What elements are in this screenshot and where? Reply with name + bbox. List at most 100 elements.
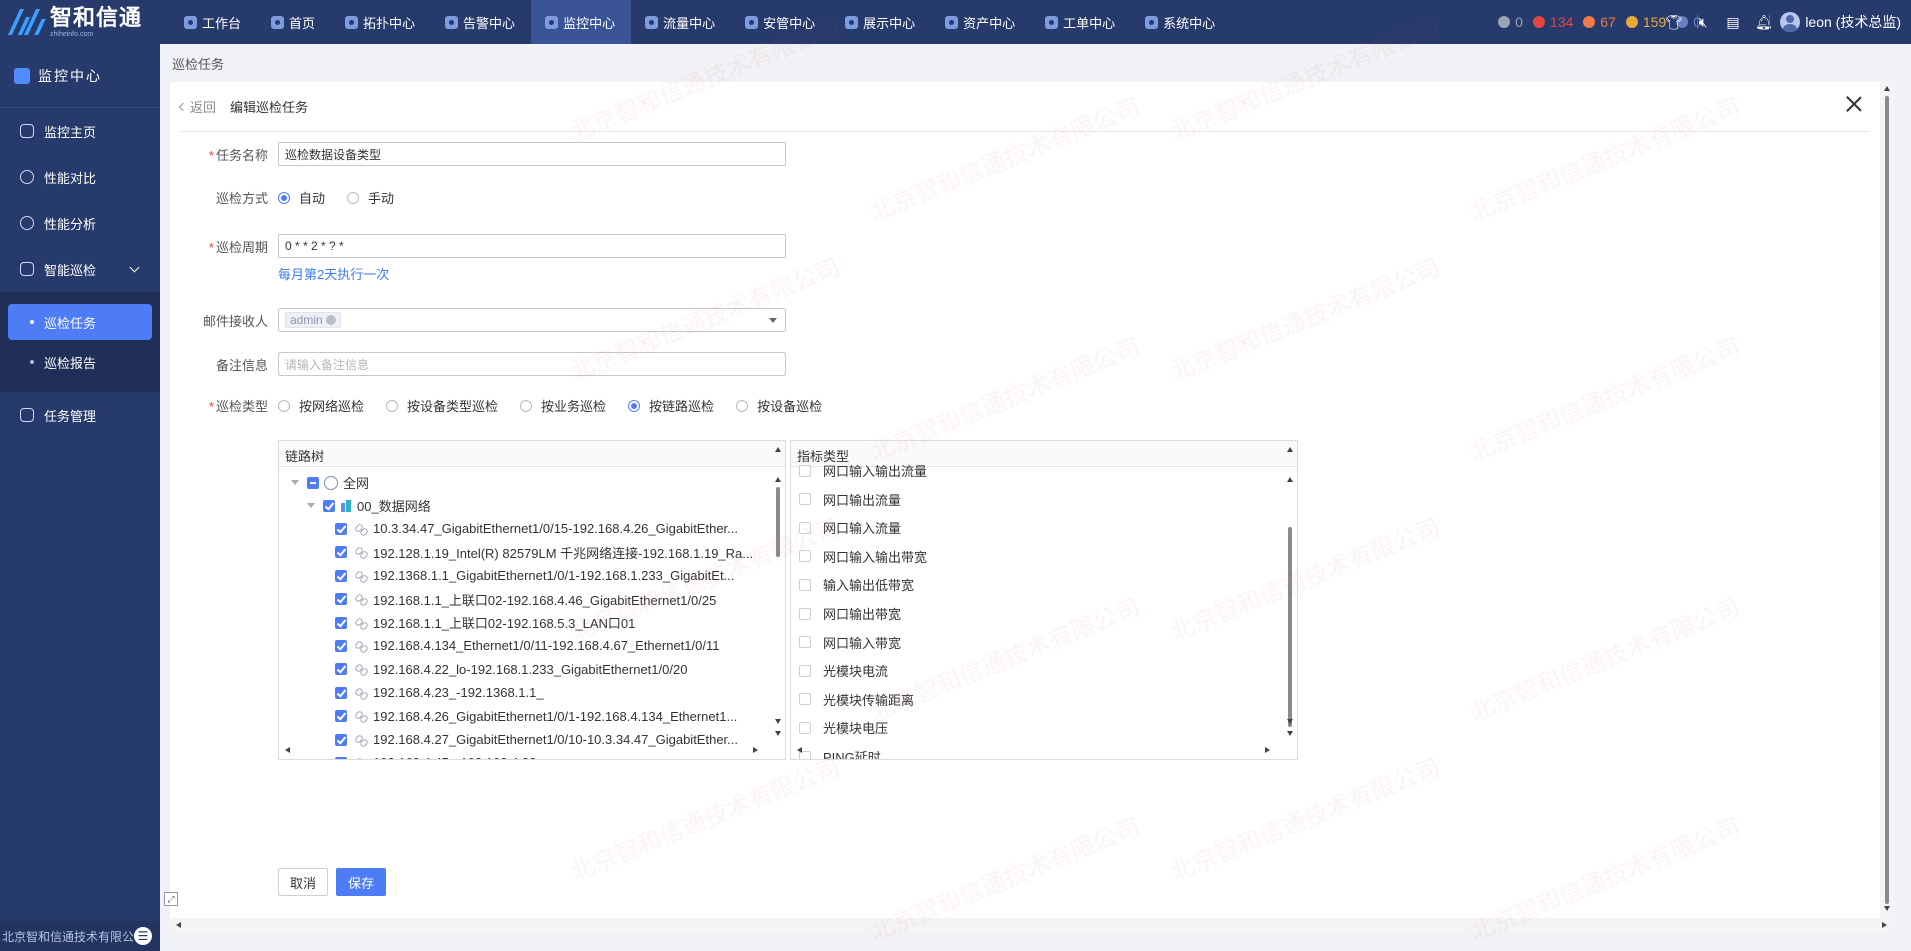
metric-checkbox[interactable] <box>799 493 811 506</box>
metric-item[interactable]: 网口输出带宽 <box>799 602 901 625</box>
nav-item-2[interactable]: 拓扑中心 <box>331 0 431 44</box>
save-button[interactable]: 保存 <box>336 868 386 896</box>
tree-checkbox[interactable] <box>335 686 347 699</box>
metric-checkbox[interactable] <box>799 664 811 677</box>
tree-checkbox[interactable] <box>335 522 347 535</box>
metric-checkbox[interactable] <box>799 721 811 734</box>
type-radio-device-type[interactable]: 按设备类型巡检 <box>386 396 498 415</box>
tree-checkbox[interactable] <box>335 663 347 676</box>
tree-checkbox[interactable] <box>335 710 347 723</box>
tree-node-link[interactable]: 192.128.1.19_Intel(R) 82579LM 千兆网络连接-192… <box>335 541 753 564</box>
metric-item[interactable]: 网口输入流量 <box>799 516 901 539</box>
tree-node-link[interactable]: 10.3.34.47_GigabitEthernet1/0/15-192.168… <box>335 517 738 540</box>
metric-item[interactable]: 网口输入输出流量 <box>799 459 927 482</box>
nav-item-1[interactable]: 首页 <box>257 0 331 44</box>
metric-item[interactable]: 光模块传输距离 <box>799 688 914 711</box>
type-radio-business[interactable]: 按业务巡检 <box>520 396 606 415</box>
nav-item-8[interactable]: 资产中心 <box>931 0 1031 44</box>
layout-icon[interactable]: ▤ <box>1725 14 1741 30</box>
link-icon <box>355 570 367 582</box>
tree-checkbox[interactable] <box>307 476 319 489</box>
sidebar-item-smart-inspection[interactable]: 智能巡检 <box>0 246 160 292</box>
remark-input[interactable]: 请输入备注信息 <box>278 352 786 376</box>
cancel-button[interactable]: 取消 <box>278 868 328 896</box>
logo[interactable]: 智和信通 zhiheinfo.com <box>0 0 160 44</box>
tree-node-link[interactable]: 192.168.1.1_上联口02-192.168.5.3_LAN口01 <box>335 611 635 634</box>
close-icon[interactable] <box>1842 92 1866 116</box>
tree-checkbox[interactable] <box>335 733 347 746</box>
cycle-input[interactable]: 0 * * 2 * ? * <box>278 234 786 258</box>
type-radio-device[interactable]: 按设备巡检 <box>736 396 822 415</box>
tree-node-link[interactable]: 192.168.4.27_GigabitEthernet1/0/10-10.3.… <box>335 728 738 751</box>
tree-node-link[interactable]: 192.168.4.23_-192.1368.1.1_ <box>335 681 544 704</box>
mode-radio-auto[interactable]: 自动 <box>278 188 325 207</box>
tree-checkbox[interactable] <box>335 756 347 759</box>
sidebar-item-performance-compare[interactable]: 性能对比 <box>0 154 160 200</box>
tag-close-icon[interactable] <box>325 315 336 325</box>
nav-item-6[interactable]: 安管中心 <box>731 0 831 44</box>
tree-checkbox[interactable] <box>335 569 347 582</box>
type-radio-link[interactable]: 按链路巡检 <box>628 396 714 415</box>
metric-checkbox[interactable] <box>799 607 811 620</box>
tree-node-group[interactable]: 00_数据网络 <box>307 494 431 517</box>
tree-node-root[interactable]: 全网 <box>291 471 369 494</box>
expand-arrow-icon[interactable] <box>307 503 315 508</box>
metric-label: 网口输出带宽 <box>823 607 902 622</box>
tree-node-link[interactable]: 192.168.4.45_-192.168.4.23_ <box>335 751 544 759</box>
mode-radio-manual[interactable]: 手动 <box>347 188 394 207</box>
tree-checkbox[interactable] <box>335 616 347 629</box>
metric-checkbox[interactable] <box>799 521 811 534</box>
metric-item[interactable]: 光模块电压 <box>799 716 888 739</box>
tree-checkbox[interactable] <box>335 639 347 652</box>
tree-node-link[interactable]: 192.1368.1.1_GigabitEthernet1/0/1-192.16… <box>335 564 734 587</box>
metric-checkbox[interactable] <box>799 464 811 477</box>
tree-node-link[interactable]: 192.168.4.134_Ethernet1/0/11-192.168.4.6… <box>335 634 719 657</box>
metric-checkbox[interactable] <box>799 636 811 649</box>
nav-item-4[interactable]: 监控中心 <box>531 0 632 44</box>
sidebar-item-performance-analysis[interactable]: 性能分析 <box>0 200 160 246</box>
expand-icon[interactable]: ⤢ <box>164 892 178 906</box>
metric-checkbox[interactable] <box>799 578 811 591</box>
metric-item[interactable]: 网口输入带宽 <box>799 631 901 654</box>
metric-item[interactable]: 输入输出低带宽 <box>799 573 914 596</box>
metric-item[interactable]: 光模块电流 <box>799 659 888 682</box>
task-name-input[interactable]: 巡检数据设备类型 <box>278 142 786 166</box>
metric-scrollbar[interactable] <box>1283 441 1297 759</box>
tree-node-link[interactable]: 192.168.4.22_lo-192.168.1.233_GigabitEth… <box>335 658 687 681</box>
metric-item[interactable]: PING延时 <box>799 745 881 759</box>
nav-item-0[interactable]: 工作台 <box>170 0 257 44</box>
shirt-icon[interactable]: 👕︎ <box>1665 14 1683 30</box>
metric-checkbox[interactable] <box>799 693 811 706</box>
tree-checkbox[interactable] <box>335 546 347 559</box>
tree-scrollbar[interactable] <box>771 441 785 759</box>
metric-item[interactable]: 网口输出流量 <box>799 488 901 511</box>
expand-arrow-icon[interactable] <box>291 480 299 485</box>
metric-checkbox[interactable] <box>799 550 811 563</box>
nav-item-7[interactable]: 展示中心 <box>831 0 931 44</box>
nav-item-10[interactable]: 系统中心 <box>1131 0 1231 44</box>
type-radio-network[interactable]: 按网络巡检 <box>278 396 364 415</box>
user-menu[interactable]: leon (技术总监) <box>1780 0 1901 44</box>
sidebar-item-inspection-report[interactable]: 巡检报告 <box>8 344 152 380</box>
page-vertical-scrollbar[interactable] <box>1880 82 1894 918</box>
sidebar-item-monitor-home[interactable]: 监控主页 <box>0 108 160 154</box>
tree-node-link[interactable]: 192.168.4.26_GigabitEthernet1/0/1-192.16… <box>335 705 737 728</box>
mute-icon[interactable]: 🔇︎ <box>1695 14 1711 30</box>
alarm-count-3[interactable]: 159 <box>1625 14 1666 30</box>
tree-checkbox[interactable] <box>323 499 335 512</box>
alarm-count-0[interactable]: 0 <box>1498 14 1523 30</box>
nav-item-9[interactable]: 工单中心 <box>1031 0 1131 44</box>
nav-item-5[interactable]: 流量中心 <box>631 0 731 44</box>
tree-checkbox[interactable] <box>335 593 347 606</box>
tree-node-link[interactable]: 192.168.1.1_上联口02-192.168.4.46_GigabitEt… <box>335 588 716 611</box>
page-horizontal-scrollbar[interactable] <box>170 918 1894 932</box>
sidebar-item-task-management[interactable]: 任务管理 <box>0 392 160 438</box>
menu-icon[interactable]: ☰ <box>134 927 152 945</box>
sidebar-item-inspection-task[interactable]: 巡检任务 <box>8 304 152 340</box>
mail-recipient-select[interactable]: admin <box>278 308 786 332</box>
nav-item-3[interactable]: 告警中心 <box>431 0 531 44</box>
alarm-count-1[interactable]: 134 <box>1532 14 1573 30</box>
metric-item[interactable]: 网口输入输出带宽 <box>799 545 927 568</box>
back-button[interactable]: 返回 <box>178 97 216 116</box>
alarm-count-2[interactable]: 67 <box>1583 14 1616 30</box>
